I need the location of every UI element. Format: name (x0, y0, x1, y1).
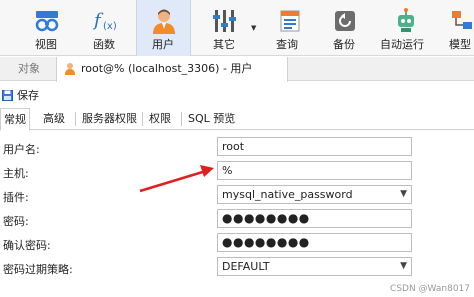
watermark: CSDN @Wan8017 (390, 284, 470, 294)
annotation-arrow (139, 165, 214, 193)
